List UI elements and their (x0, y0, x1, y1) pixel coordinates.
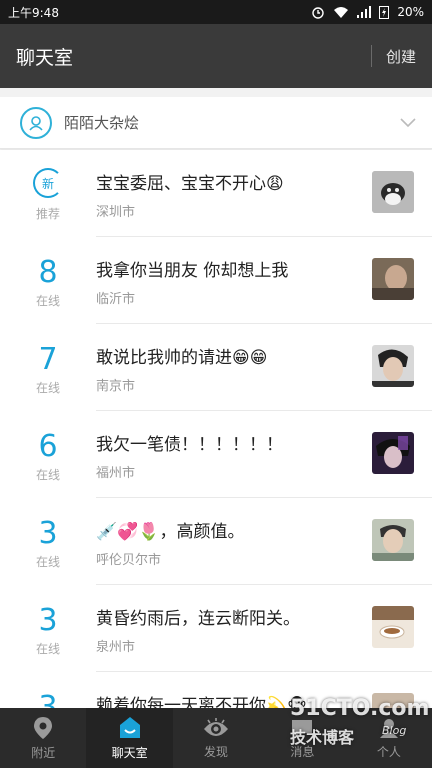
chevron-down-icon (400, 117, 416, 127)
room-list-item[interactable]: 3 在线 赖着你每一天离不开你💫🐵 (0, 672, 432, 708)
room-count: 3 在线 (0, 672, 96, 708)
tab-messages[interactable]: 消息 (259, 708, 345, 768)
avatar (372, 171, 414, 213)
tab-label: 聊天室 (111, 745, 148, 760)
avatar (372, 519, 414, 561)
avatar (372, 693, 414, 708)
tab-profile[interactable]: 个人 (346, 708, 432, 768)
person-icon (379, 718, 398, 738)
room-location: 泉州市 (96, 640, 136, 655)
avatar (372, 606, 414, 648)
room-title: 我欠一笔债！！！！！！ (96, 435, 283, 455)
room-title: 赖着你每一天离不开你💫🐵 (96, 696, 307, 708)
room-name: 陌陌大杂烩 (64, 114, 140, 132)
new-badge: 新 (33, 168, 63, 198)
battery-level: 20% (397, 5, 424, 19)
location-pin-icon (34, 716, 53, 739)
online-count: 8 (38, 255, 58, 290)
online-count: 3 (38, 690, 58, 708)
room-icon (20, 106, 52, 139)
chat-room-list: 新 推荐 宝宝委屈、宝宝不开心😩 深圳市 8 在线 我拿你当朋友 你却想上我 临… (0, 150, 432, 708)
message-icon (292, 719, 313, 737)
status-bar: 上午9:48 20% (0, 0, 432, 24)
online-count: 3 (38, 603, 58, 638)
room-count-label: 推荐 (35, 207, 60, 221)
room-location: 呼伦贝尔市 (96, 553, 162, 568)
room-count-label: 在线 (35, 642, 60, 656)
room-count-label: 在线 (35, 381, 60, 395)
room-title: 敢说比我帅的请进😁😁 (96, 348, 268, 368)
battery-charging-icon (379, 6, 390, 19)
online-count: 6 (38, 429, 58, 464)
room-title: 我拿你当朋友 你却想上我 (96, 261, 289, 281)
room-count-label: 在线 (35, 294, 60, 308)
room-location: 南京市 (96, 379, 136, 394)
avatar (372, 345, 414, 387)
room-selector[interactable]: 陌陌大杂烩 (0, 97, 432, 149)
tab-nearby[interactable]: 附近 (0, 708, 86, 768)
alarm-icon (312, 7, 325, 19)
room-list-item[interactable]: 6 在线 我欠一笔债！！！！！！ 福州市 (0, 411, 432, 498)
room-title: 黄昏约雨后，连云断阳关。 (96, 609, 300, 629)
room-count: 3 在线 (0, 585, 96, 671)
room-location: 福州市 (96, 466, 136, 481)
room-location: 临沂市 (96, 292, 136, 307)
online-count: 3 (38, 516, 58, 551)
wifi-icon (334, 7, 349, 18)
app-bar-divider (370, 45, 372, 67)
room-count: 3 在线 (0, 498, 96, 584)
room-list-item[interactable]: 新 推荐 宝宝委屈、宝宝不开心😩 深圳市 (0, 150, 432, 237)
app-bar: 聊天室 创建 (0, 24, 432, 88)
tab-chat-room[interactable]: 聊天室 (86, 708, 173, 768)
tab-label: 消息 (290, 744, 315, 759)
room-title: 宝宝委屈、宝宝不开心😩 (96, 174, 284, 194)
room-count: 6 在线 (0, 411, 96, 497)
online-count: 7 (38, 342, 58, 377)
signal-icon (357, 6, 372, 18)
avatar (372, 432, 414, 474)
room-count: 8 在线 (0, 237, 96, 323)
room-title: 💉💞🌷，高颜值。 (96, 522, 245, 542)
tab-label: 个人 (376, 744, 401, 759)
room-list-item[interactable]: 8 在线 我拿你当朋友 你却想上我 临沂市 (0, 237, 432, 324)
eye-icon (204, 717, 229, 736)
room-count-label: 在线 (35, 555, 60, 569)
status-icons: 20% (311, 5, 424, 19)
bottom-tab-bar: 附近 聊天室 发现 消息 个人 (0, 708, 432, 768)
status-time: 上午9:48 (8, 5, 59, 20)
room-count: 新 推荐 (0, 150, 96, 236)
tab-label: 附近 (31, 745, 56, 760)
create-button[interactable]: 创建 (386, 46, 416, 67)
room-count: 7 在线 (0, 324, 96, 410)
tab-label: 发现 (204, 744, 229, 759)
avatar (372, 258, 414, 300)
chat-room-icon (119, 716, 140, 738)
page-title: 聊天室 (16, 46, 74, 69)
room-list-item[interactable]: 3 在线 💉💞🌷，高颜值。 呼伦贝尔市 (0, 498, 432, 585)
room-count-label: 在线 (35, 468, 60, 482)
room-list-item[interactable]: 7 在线 敢说比我帅的请进😁😁 南京市 (0, 324, 432, 411)
tab-discover[interactable]: 发现 (173, 708, 259, 768)
room-list-item[interactable]: 3 在线 黄昏约雨后，连云断阳关。 泉州市 (0, 585, 432, 672)
room-location: 深圳市 (96, 205, 136, 220)
